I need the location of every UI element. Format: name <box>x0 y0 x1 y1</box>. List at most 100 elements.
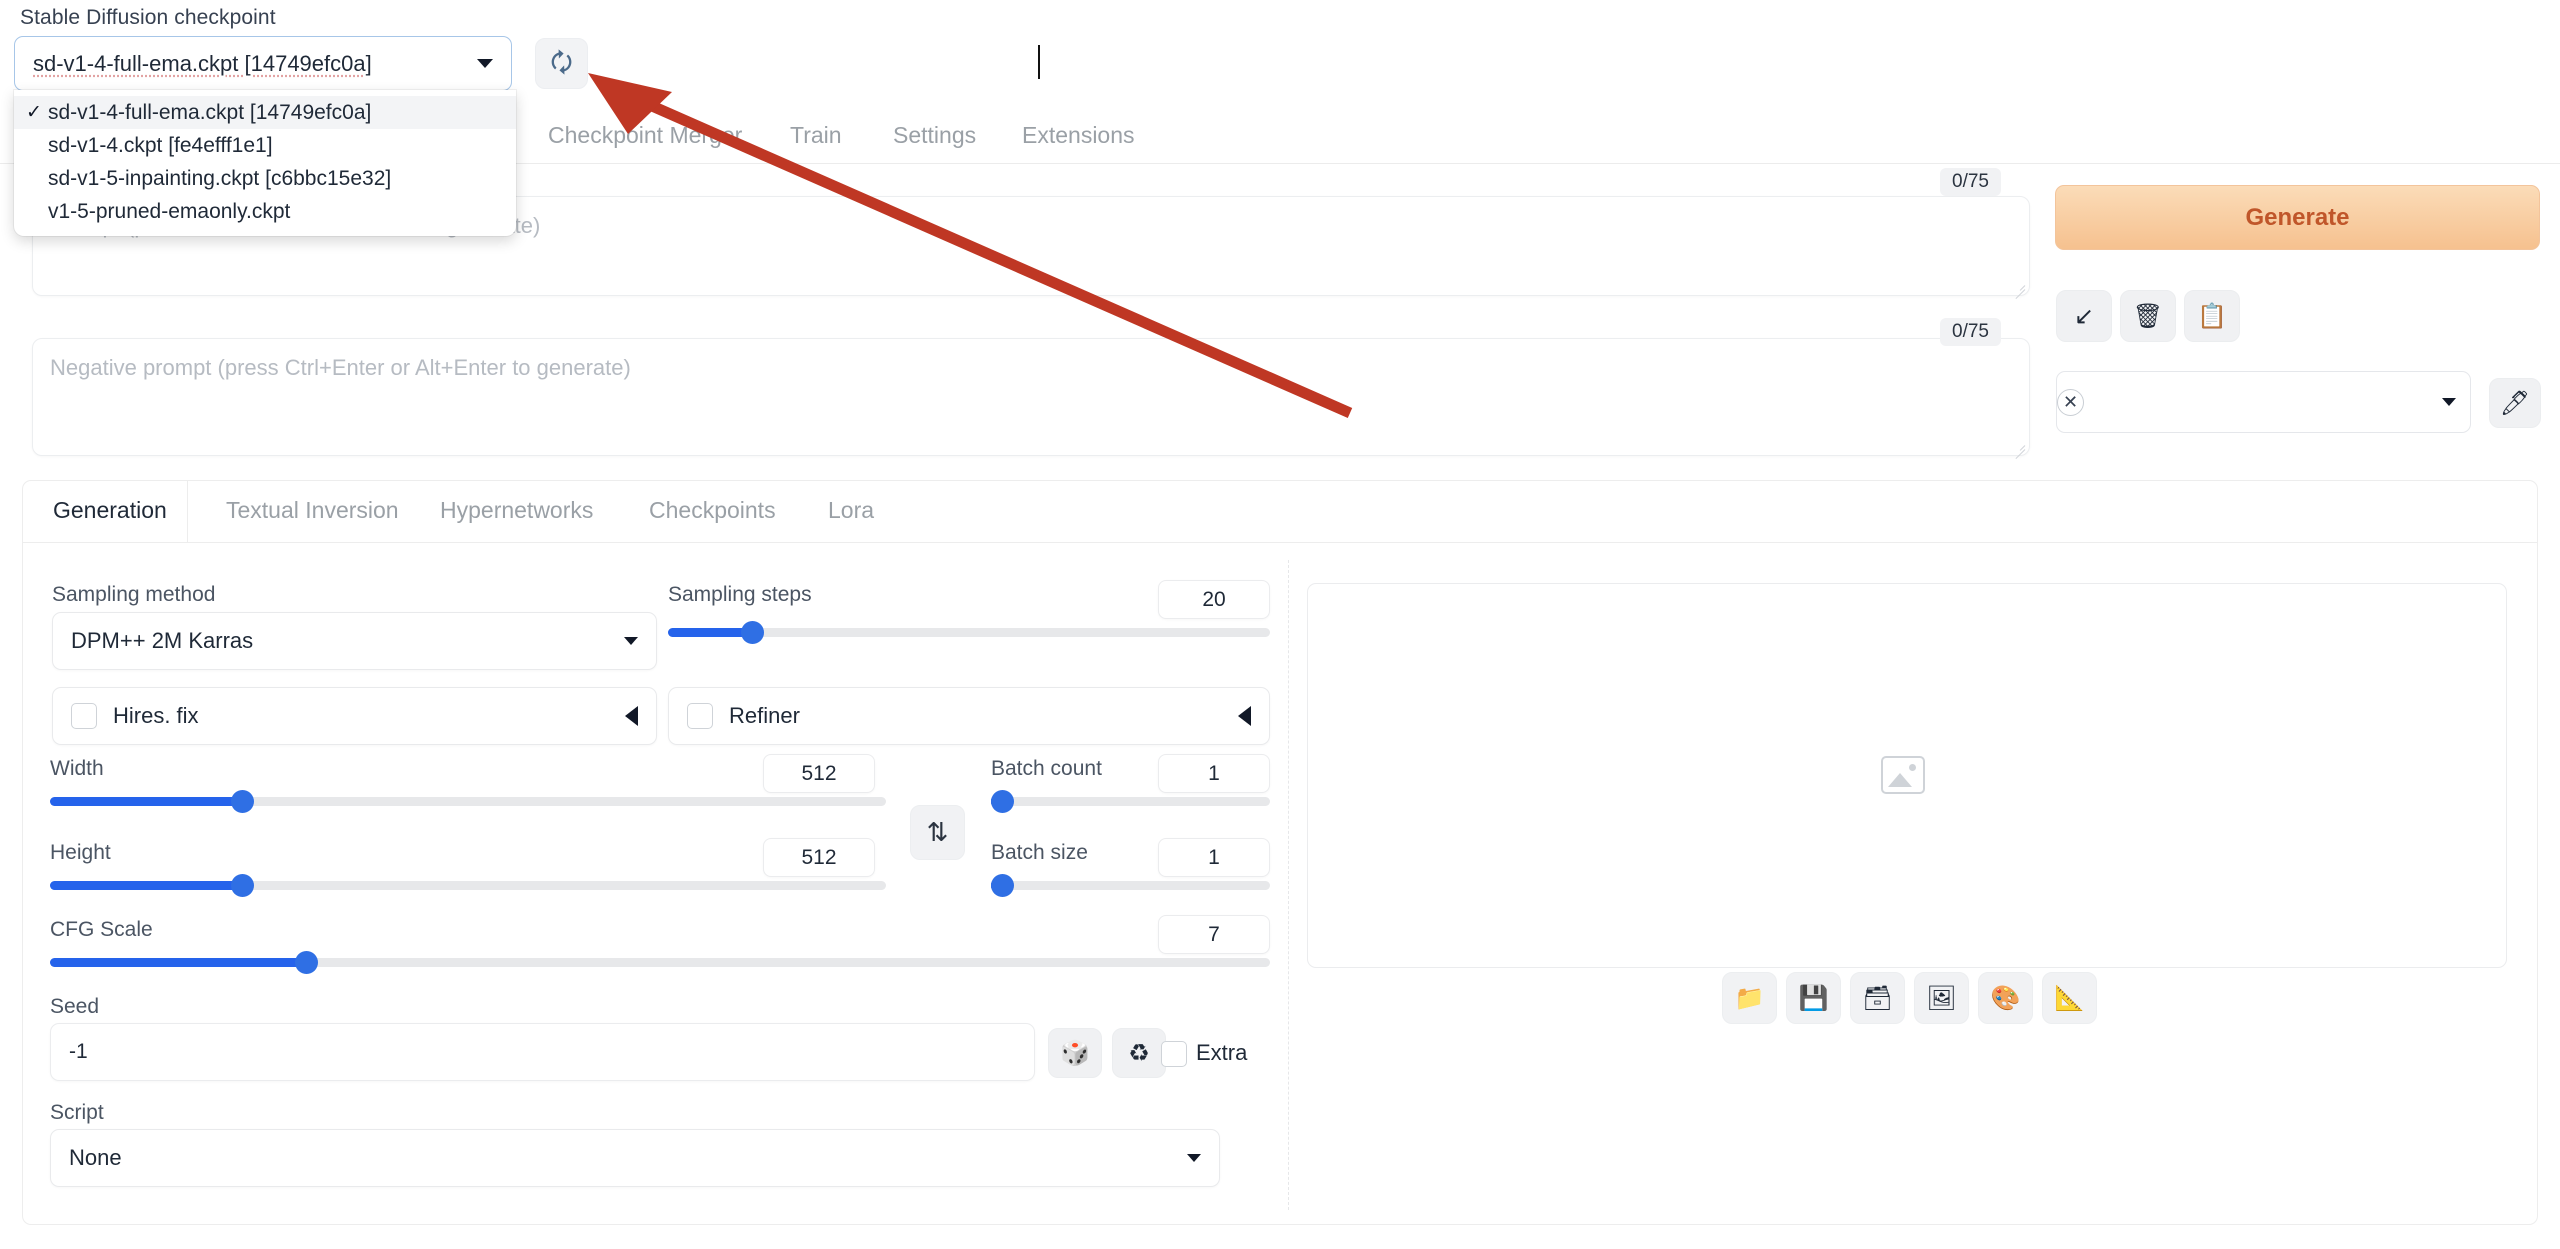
checkpoint-dropdown-list[interactable]: ✓ sd-v1-4-full-ema.ckpt [14749efc0a] sd-… <box>14 90 516 236</box>
slider-knob[interactable] <box>230 874 254 897</box>
sampling-steps-value[interactable]: 20 <box>1158 580 1270 619</box>
slider-track <box>991 797 1270 806</box>
width-value[interactable]: 512 <box>763 754 875 793</box>
image-placeholder-icon <box>1881 756 1925 794</box>
column-divider <box>1288 560 1289 1210</box>
slider-knob[interactable] <box>230 790 254 813</box>
check-icon: ✓ <box>26 102 42 123</box>
trash-icon: 🗑 <box>2132 302 2164 330</box>
width-label: Width <box>50 757 104 780</box>
tab-train[interactable]: Train <box>790 122 842 149</box>
height-value[interactable]: 512 <box>763 838 875 877</box>
random-seed-button[interactable]: 🎲 <box>1048 1028 1102 1078</box>
swap-width-height-button[interactable]: ⇅ <box>910 805 965 860</box>
negative-prompt-input[interactable]: Negative prompt (press Ctrl+Enter or Alt… <box>32 338 2030 456</box>
chevron-left-icon[interactable] <box>1238 706 1251 726</box>
edit-styles-button[interactable]: 🖊 <box>2489 378 2541 428</box>
tab-hypernetworks[interactable]: Hypernetworks <box>440 497 593 524</box>
open-folder-button[interactable]: 📁 <box>1722 972 1777 1024</box>
batch-size-value[interactable]: 1 <box>1158 838 1270 877</box>
send-to-extras-icon: 📐 <box>2054 984 2085 1012</box>
hires-fix-accordion[interactable]: Hires. fix <box>52 687 657 745</box>
slider-fill <box>50 797 243 806</box>
styles-dropdown[interactable]: ✕ <box>2056 371 2471 433</box>
sampling-method-value: DPM++ 2M Karras <box>71 628 254 653</box>
chevron-down-icon <box>624 637 638 645</box>
cfg-scale-label: CFG Scale <box>50 918 153 941</box>
checkpoint-selected-value: sd-v1-4-full-ema.ckpt [14749efc0a] <box>33 50 372 76</box>
sampling-method-select[interactable]: DPM++ 2M Karras <box>52 612 657 670</box>
batch-count-value[interactable]: 1 <box>1158 754 1270 793</box>
send-to-inpaint-button[interactable]: 🎨 <box>1978 972 2033 1024</box>
save-button[interactable]: 💾 <box>1786 972 1841 1024</box>
slider-fill <box>668 628 753 637</box>
tab-settings[interactable]: Settings <box>893 122 976 149</box>
close-icon[interactable]: ✕ <box>2057 388 2084 416</box>
resize-handle-icon[interactable] <box>2011 278 2025 292</box>
save-floppy-icon: 💾 <box>1798 984 1829 1012</box>
script-select[interactable]: None <box>50 1129 1220 1187</box>
resize-handle-icon[interactable] <box>2011 438 2025 452</box>
save-zip-button[interactable]: 🗃 <box>1850 972 1905 1024</box>
checkpoint-option-label: sd-v1-4.ckpt [fe4efff1e1] <box>48 133 273 157</box>
refresh-checkpoints-button[interactable]: 🗘 <box>535 38 588 89</box>
tab-textual-inversion[interactable]: Textual Inversion <box>226 497 399 524</box>
height-label: Height <box>50 841 111 864</box>
tab-checkpoints[interactable]: Checkpoints <box>649 497 776 524</box>
chevron-down-icon <box>1187 1154 1201 1162</box>
tab-checkpoint-merger[interactable]: Checkpoint Merger <box>548 122 742 149</box>
seed-input[interactable]: -1 <box>50 1023 1035 1081</box>
refiner-checkbox[interactable] <box>687 703 713 729</box>
open-folder-icon: 📁 <box>1734 984 1765 1012</box>
interrupt-button[interactable]: ↙ <box>2056 290 2112 342</box>
slider-knob[interactable] <box>991 790 1014 813</box>
inner-tab-bar: Generation Textual Inversion Hypernetwor… <box>23 481 2537 543</box>
pen-icon: 🖊 <box>2499 389 2531 417</box>
interrupt-arrow-icon: ↙ <box>2073 302 2095 330</box>
refiner-accordion[interactable]: Refiner <box>668 687 1270 745</box>
refiner-label: Refiner <box>729 703 800 728</box>
sampling-method-label: Sampling method <box>52 583 216 606</box>
send-to-img2img-button[interactable]: 🖼 <box>1914 972 1969 1024</box>
sampling-steps-slider[interactable] <box>668 621 1270 644</box>
tab-generation[interactable]: Generation <box>53 497 167 524</box>
apply-style-button[interactable]: 📋 <box>2184 290 2240 342</box>
hires-fix-checkbox[interactable] <box>71 703 97 729</box>
script-label: Script <box>50 1101 104 1124</box>
text-cursor <box>1038 45 1040 79</box>
chevron-down-icon <box>477 59 493 68</box>
slider-fill <box>50 881 243 890</box>
checkpoint-option-3[interactable]: v1-5-pruned-emaonly.ckpt <box>14 195 516 228</box>
negative-token-counter: 0/75 <box>1940 318 2001 346</box>
checkpoint-option-1[interactable]: sd-v1-4.ckpt [fe4efff1e1] <box>14 129 516 162</box>
reuse-seed-button[interactable]: ♻ <box>1112 1028 1166 1078</box>
extra-label: Extra <box>1196 1040 1248 1065</box>
checkpoint-option-0[interactable]: ✓ sd-v1-4-full-ema.ckpt [14749efc0a] <box>14 96 516 129</box>
checkpoint-option-label: v1-5-pruned-emaonly.ckpt <box>48 199 291 223</box>
send-to-extras-button[interactable]: 📐 <box>2042 972 2097 1024</box>
tab-lora[interactable]: Lora <box>828 497 874 524</box>
slider-knob[interactable] <box>991 874 1014 897</box>
batch-size-label: Batch size <box>991 841 1088 864</box>
batch-size-slider[interactable] <box>991 874 1270 897</box>
checkpoint-select[interactable]: sd-v1-4-full-ema.ckpt [14749efc0a] <box>14 36 512 91</box>
chevron-left-icon[interactable] <box>625 706 638 726</box>
chevron-down-icon <box>2442 398 2456 406</box>
height-slider[interactable] <box>50 874 886 897</box>
output-image-panel <box>1307 583 2507 968</box>
tab-extensions[interactable]: Extensions <box>1022 122 1135 149</box>
batch-count-slider[interactable] <box>991 790 1270 813</box>
extra-seed-checkbox[interactable] <box>1161 1041 1187 1067</box>
sd-webui-page: Stable Diffusion checkpoint sd-v1-4-full… <box>0 0 2560 1249</box>
clipboard-icon: 📋 <box>2197 302 2227 330</box>
generate-button[interactable]: Generate <box>2055 185 2540 250</box>
cfg-scale-value[interactable]: 7 <box>1158 915 1270 954</box>
refresh-icon: 🗘 <box>550 49 573 77</box>
dice-icon: 🎲 <box>1060 1039 1090 1067</box>
width-slider[interactable] <box>50 790 886 813</box>
slider-track <box>991 881 1270 890</box>
cfg-scale-slider[interactable] <box>50 951 1270 974</box>
checkpoint-option-2[interactable]: sd-v1-5-inpainting.ckpt [c6bbc15e32] <box>14 162 516 195</box>
send-to-inpaint-icon: 🎨 <box>1990 984 2021 1012</box>
clear-prompt-button[interactable]: 🗑 <box>2120 290 2176 342</box>
